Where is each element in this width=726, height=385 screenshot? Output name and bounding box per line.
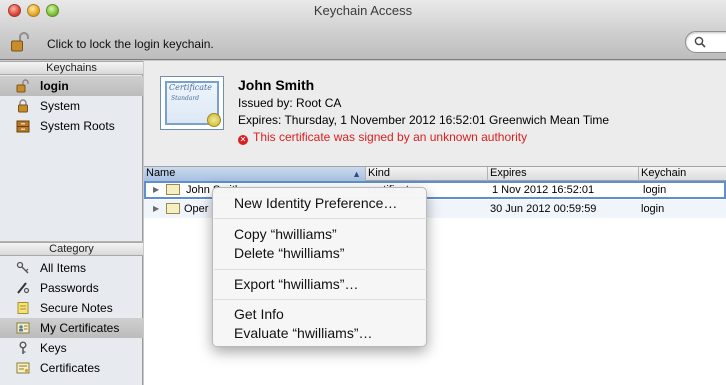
column-header-label: Name	[146, 167, 176, 179]
certificate-expiry: Expires: Thursday, 1 November 2012 16:52…	[238, 113, 610, 127]
padlock-open-icon[interactable]	[11, 32, 29, 52]
menu-item-evaluate[interactable]: Evaluate “hwilliams”…	[213, 324, 428, 343]
padlock-open-icon	[16, 79, 29, 93]
context-menu: New Identity Preference… Copy “hwilliams…	[212, 187, 427, 347]
disclosure-triangle-icon[interactable]: ▶	[153, 183, 159, 197]
window-title: Keychain Access	[313, 3, 413, 18]
cell-expires: 1 Nov 2012 16:52:01	[492, 184, 595, 196]
key-icon	[19, 341, 27, 354]
sort-ascending-icon: ▲	[352, 169, 361, 179]
table-header: Name ▲ Kind Expires Keychain	[144, 166, 726, 181]
column-header-expires[interactable]: Expires	[488, 167, 639, 181]
sidebar-item-label: Passwords	[40, 281, 99, 295]
column-header-keychain[interactable]: Keychain	[639, 167, 726, 181]
column-header-name[interactable]: Name ▲	[144, 167, 366, 181]
category-header: Category	[0, 242, 143, 256]
sidebar-item-system[interactable]: System	[0, 96, 143, 116]
sidebar-item-label: Certificates	[40, 361, 101, 375]
keys-icon	[16, 261, 29, 274]
certificate-icon	[166, 203, 180, 214]
menu-separator	[214, 218, 427, 219]
seal-icon	[207, 113, 221, 127]
window-toolbar: Keychain Access Click to lock the login …	[0, 0, 726, 60]
cell-keychain: login	[643, 184, 667, 196]
disclosure-triangle-icon[interactable]: ▶	[153, 200, 159, 218]
magnifier-icon	[694, 36, 706, 48]
certificate-summary: Certificate Standard John Smith Issued b…	[144, 61, 726, 166]
certificate-icon	[16, 362, 30, 374]
certificate-warning: ✕ This certificate was signed by an unkno…	[238, 130, 527, 145]
certificate-issuer: Issued by: Root CA	[238, 96, 342, 110]
sidebar-item-keys[interactable]: Keys	[0, 338, 143, 358]
sidebar-item-label: All Items	[40, 261, 87, 275]
menu-item-delete[interactable]: Delete “hwilliams”	[213, 244, 428, 263]
certificate-image-word: Certificate	[169, 83, 212, 92]
cell-expires: 30 Jun 2012 00:59:59	[490, 203, 597, 215]
menu-item-copy[interactable]: Copy “hwilliams”	[213, 225, 428, 244]
menu-separator	[214, 269, 427, 270]
menu-separator	[214, 299, 427, 300]
certificate-name: John Smith	[238, 77, 315, 93]
menu-item-get-info[interactable]: Get Info	[213, 305, 428, 324]
menu-item-new-identity-preference[interactable]: New Identity Preference…	[213, 194, 428, 213]
cabinet-icon	[16, 120, 30, 133]
column-header-label: Kind	[368, 167, 391, 179]
sidebar-item-label: My Certificates	[40, 321, 120, 335]
column-header-label: Expires	[490, 167, 527, 179]
error-x-icon: ✕	[238, 135, 248, 145]
sidebar-item-label: System Roots	[40, 119, 115, 133]
column-header-label: Keychain	[641, 167, 687, 179]
sidebar-item-secure-notes[interactable]: Secure Notes	[0, 298, 143, 318]
note-icon	[17, 302, 29, 314]
sidebar-item-passwords[interactable]: Passwords	[0, 278, 143, 298]
sidebar-item-label: Secure Notes	[40, 301, 113, 315]
menu-item-export[interactable]: Export “hwilliams”…	[213, 275, 428, 294]
sidebar-item-all-items[interactable]: All Items	[0, 258, 143, 278]
sidebar-item-system-roots[interactable]: System Roots	[0, 116, 143, 136]
sidebar-item-certificates[interactable]: Certificates	[0, 358, 143, 378]
certificate-warning-text: This certificate was signed by an unknow…	[253, 130, 528, 144]
sidebar-item-label: login	[40, 79, 69, 93]
keychains-header: Keychains	[0, 61, 143, 75]
pen-key-icon	[17, 282, 30, 294]
certificate-image: Certificate Standard	[160, 76, 224, 130]
sidebar: Keychains login System System Roots Cate…	[0, 61, 143, 385]
sidebar-item-login[interactable]: login	[0, 76, 143, 96]
lock-keychain-label[interactable]: Click to lock the login keychain.	[47, 37, 214, 51]
certificate-person-icon	[16, 322, 30, 334]
search-input[interactable]	[685, 31, 726, 53]
sidebar-item-label: Keys	[40, 341, 67, 355]
certificate-icon	[166, 184, 180, 195]
sidebar-item-my-certificates[interactable]: My Certificates	[0, 318, 143, 338]
sidebar-item-label: System	[40, 99, 81, 113]
padlock-closed-icon	[18, 99, 28, 113]
cell-keychain: login	[641, 203, 665, 215]
certificate-image-word: Standard	[171, 95, 200, 102]
column-header-kind[interactable]: Kind	[366, 167, 488, 181]
